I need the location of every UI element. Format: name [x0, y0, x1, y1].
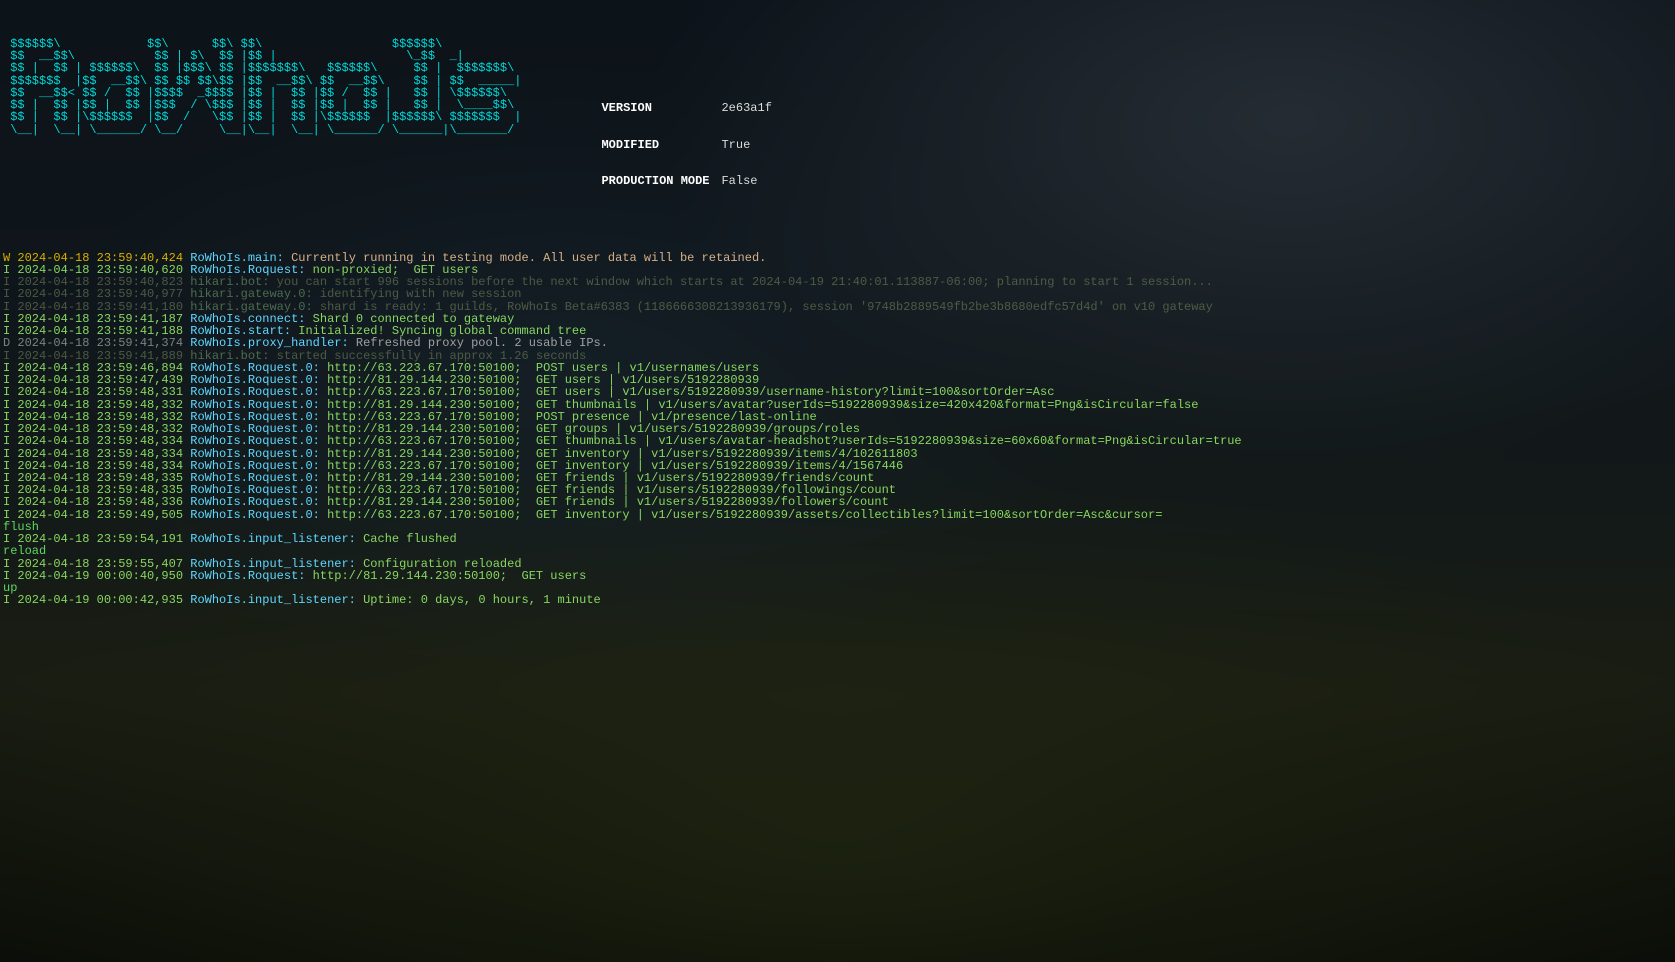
- version-label: VERSION: [601, 102, 721, 115]
- production-mode-label: PRODUCTION MODE: [601, 175, 721, 188]
- version-value: 2e63a1f: [721, 101, 771, 115]
- log-logger: hikari.gateway.0:: [190, 300, 312, 314]
- log-timestamp: 2024-04-18 23:59:41,889: [17, 349, 183, 363]
- log-timestamp: 2024-04-19 00:00:40,950: [17, 569, 183, 583]
- log-logger: RoWhoIs.input_listener:: [190, 532, 356, 546]
- log-message: started successfully in approx 1.26 seco…: [277, 349, 587, 363]
- production-mode-value: False: [721, 174, 757, 188]
- terminal-window[interactable]: $$$$$$\ $$\ $$\ $$\ $$$$$$\ $$ __$$\ $$ …: [0, 0, 1675, 633]
- log-level: I: [3, 349, 10, 363]
- log-line: I 2024-04-18 23:59:40,977 hikari.gateway…: [3, 288, 1672, 300]
- log-line: I 2024-04-19 00:00:40,950 RoWhoIs.Roques…: [3, 570, 1672, 582]
- modified-value: True: [721, 138, 750, 152]
- log-logger: RoWhoIs.Roquest.0:: [190, 508, 320, 522]
- log-line: I 2024-04-18 23:59:41,180 hikari.gateway…: [3, 301, 1672, 313]
- log-message: shard is ready: 1 guilds, RoWhoIs Beta#6…: [320, 300, 1213, 314]
- log-message: Cache flushed: [363, 532, 457, 546]
- ascii-banner: $$$$$$\ $$\ $$\ $$\ $$$$$$\ $$ __$$\ $$ …: [3, 38, 521, 136]
- log-line: D 2024-04-18 23:59:41,374 RoWhoIs.proxy_…: [3, 337, 1672, 349]
- log-message: Uptime: 0 days, 0 hours, 1 minute: [363, 593, 601, 607]
- ascii-banner-block: $$$$$$\ $$\ $$\ $$\ $$$$$$\ $$ __$$\ $$ …: [3, 38, 1672, 212]
- log-logger: RoWhoIs.input_listener:: [190, 593, 356, 607]
- log-line: I 2024-04-19 00:00:42,935 RoWhoIs.input_…: [3, 594, 1672, 606]
- log-timestamp: 2024-04-18 23:59:49,505: [17, 508, 183, 522]
- build-info-table: VERSION2e63a1f MODIFIEDTrue PRODUCTION M…: [601, 78, 771, 212]
- log-message: http://81.29.144.230:50100; GET users: [313, 569, 587, 583]
- log-message: http://63.223.67.170:50100; GET inventor…: [327, 508, 1162, 522]
- modified-label: MODIFIED: [601, 139, 721, 152]
- log-level: I: [3, 300, 10, 314]
- log-level: I: [3, 593, 10, 607]
- log-output: W 2024-04-18 23:59:40,424 RoWhoIs.main: …: [3, 252, 1672, 607]
- log-line: I 2024-04-18 23:59:54,191 RoWhoIs.input_…: [3, 533, 1672, 545]
- log-timestamp: 2024-04-18 23:59:41,180: [17, 300, 183, 314]
- log-logger: RoWhoIs.Roquest:: [190, 569, 305, 583]
- log-logger: hikari.bot:: [190, 349, 269, 363]
- log-timestamp: 2024-04-19 00:00:42,935: [17, 593, 183, 607]
- log-line: I 2024-04-18 23:59:49,505 RoWhoIs.Roques…: [3, 509, 1672, 521]
- log-line: I 2024-04-18 23:59:41,889 hikari.bot: st…: [3, 350, 1672, 362]
